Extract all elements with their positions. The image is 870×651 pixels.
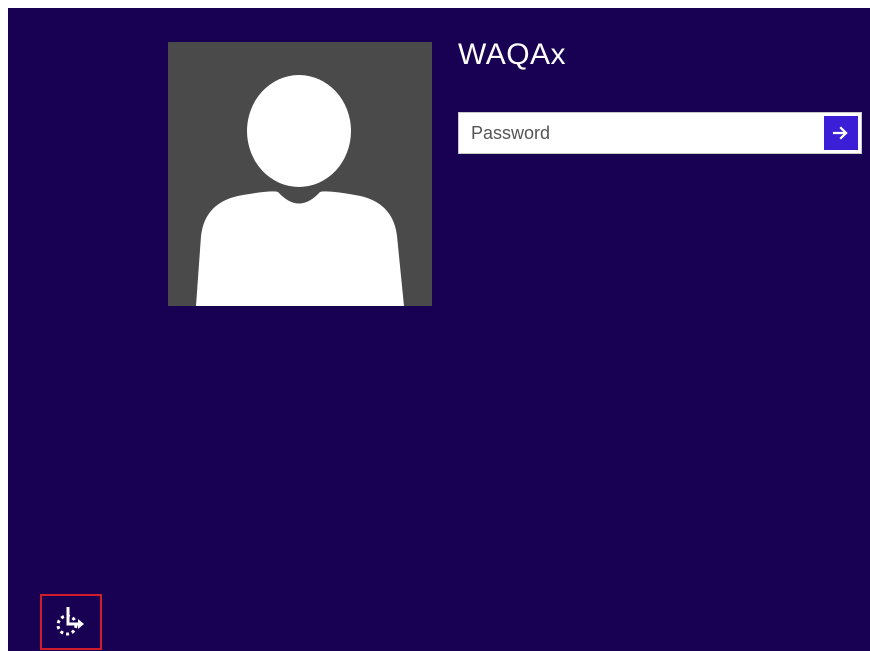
submit-password-button[interactable] [824,116,858,150]
lock-screen: WAQAx [8,8,870,651]
default-user-avatar-icon [196,75,404,306]
ease-of-access-button[interactable] [40,594,102,650]
password-input[interactable] [459,113,819,153]
password-field-container [458,112,862,154]
ease-of-access-icon [56,607,84,636]
user-avatar [168,42,432,306]
username-label: WAQAx [458,38,567,71]
arrow-right-icon [832,126,848,140]
